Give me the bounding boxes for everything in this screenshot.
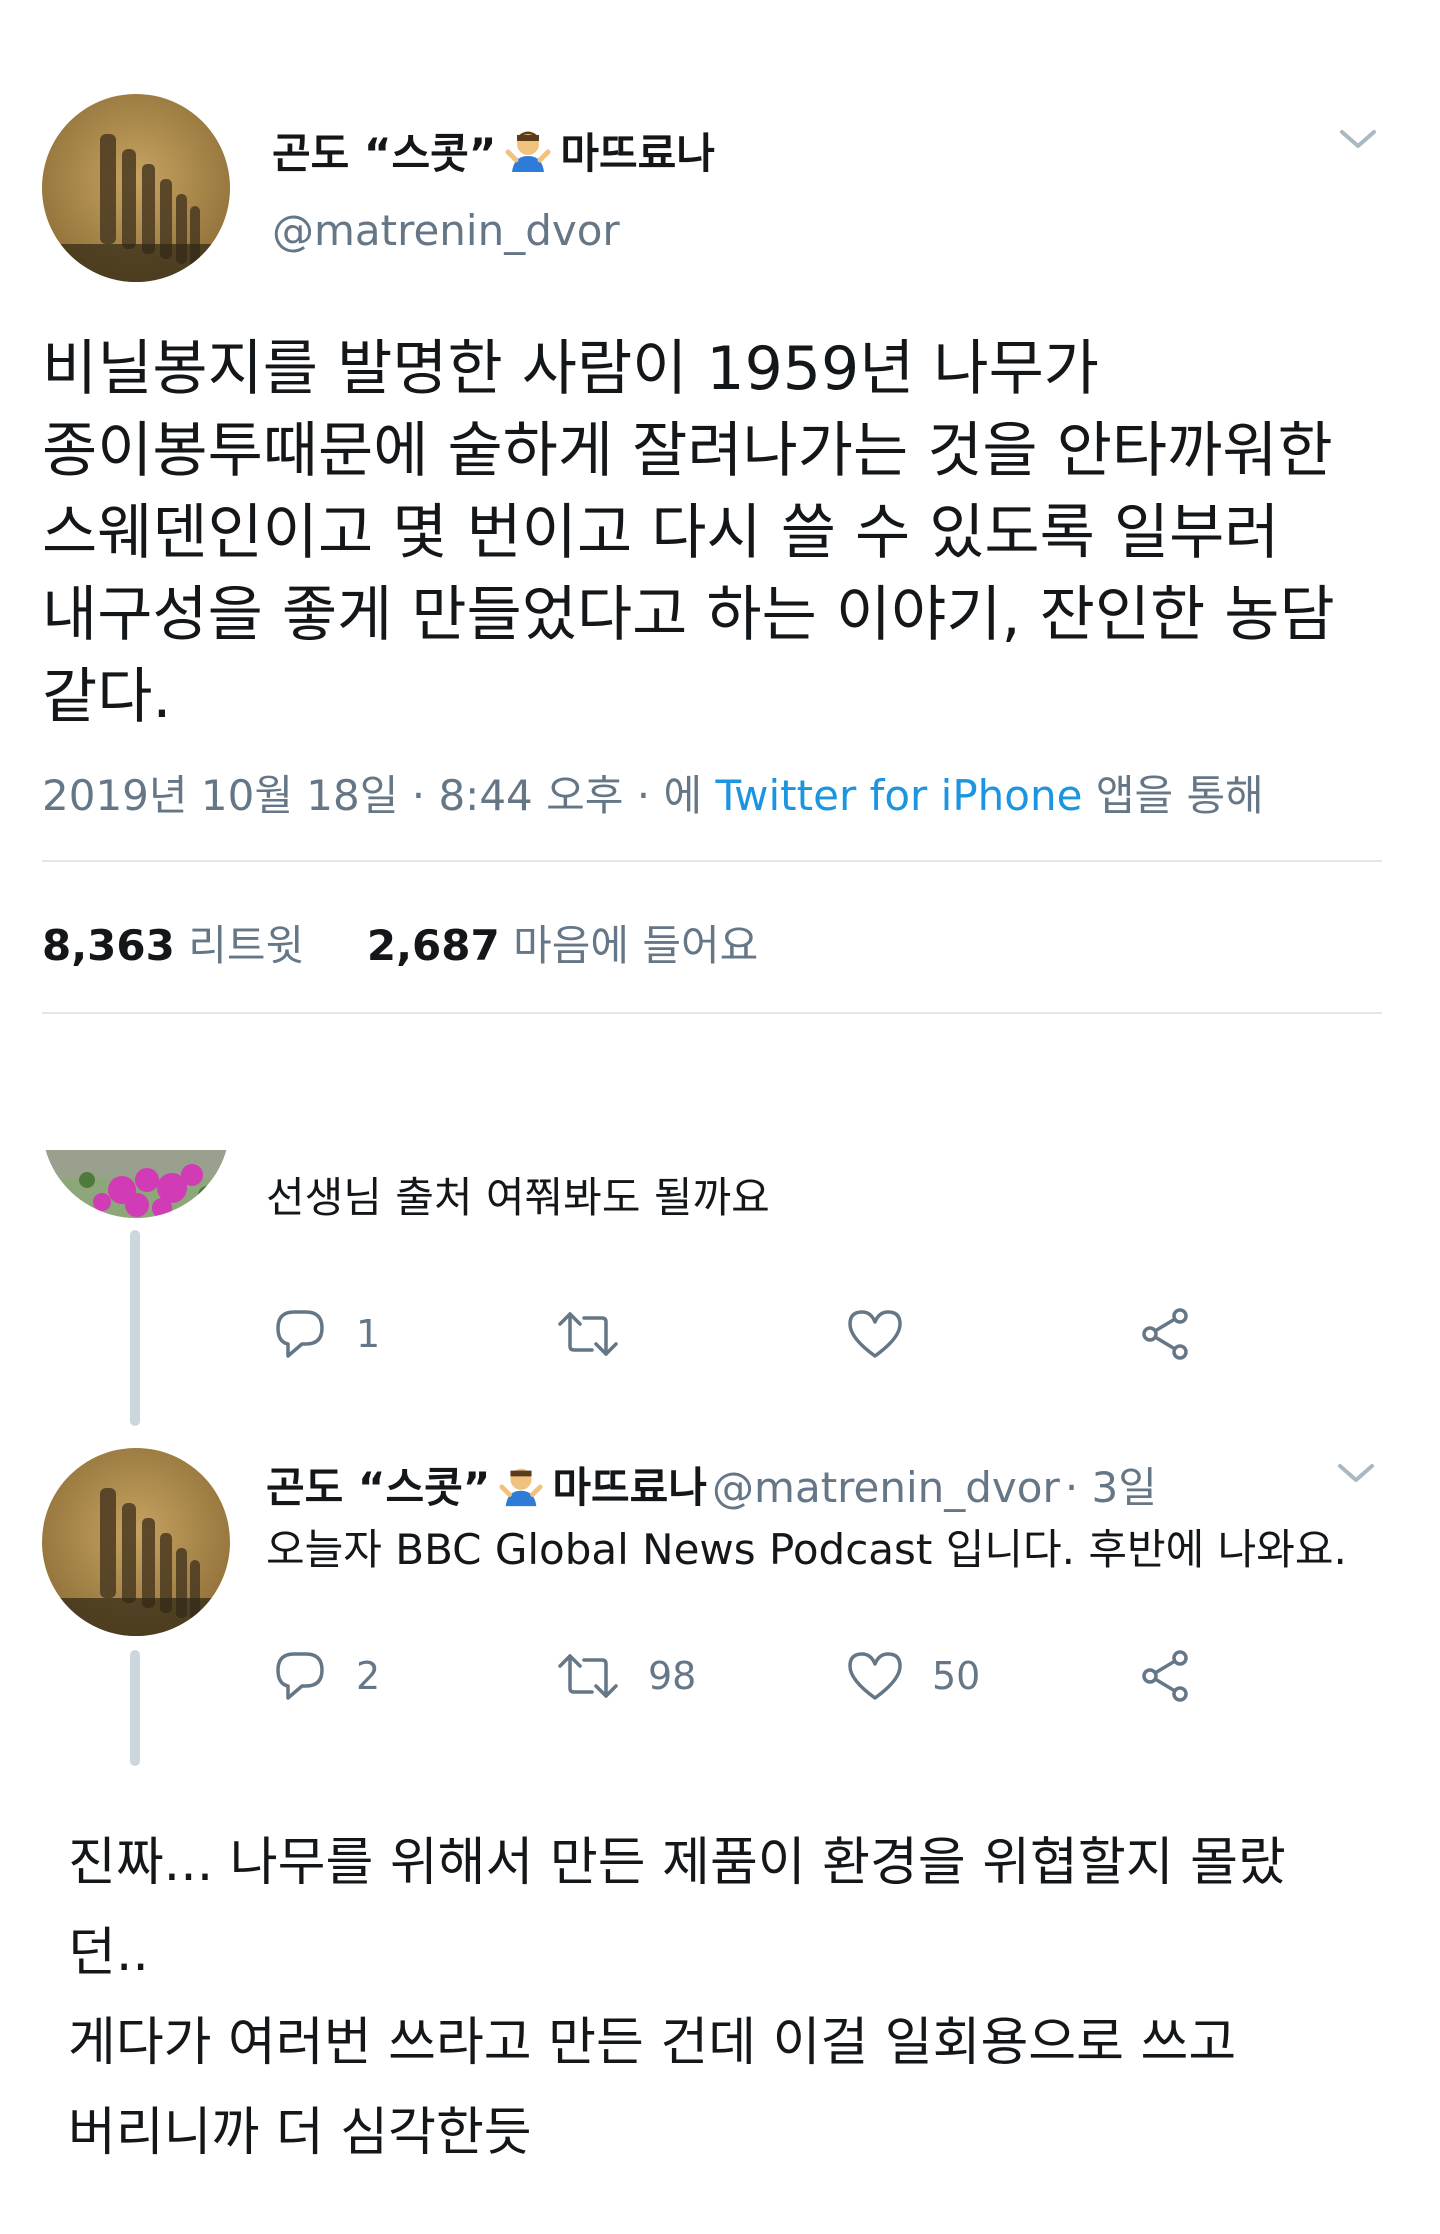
reply1-share-button[interactable] [1138, 1306, 1194, 1362]
reply1-retweet-button[interactable] [556, 1306, 620, 1362]
likes-stat[interactable]: 2,687 마음에 들어요 [367, 921, 758, 970]
share-icon [1142, 1308, 1188, 1360]
tweet-text: 비닐봉지를 발명한 사람이 1959년 나무가 종이봉투때문에 숱하게 잘려나가… [42, 334, 1335, 732]
reply1-reply-count: 1 [356, 1312, 381, 1356]
like-icon [848, 1652, 902, 1700]
reply2-author-handle[interactable]: @matrenin_dvor [712, 1463, 1060, 1512]
reply2-reply-button[interactable]: 2 [272, 1648, 380, 1704]
reply2-share-button[interactable] [1138, 1648, 1194, 1704]
tweet-source-link[interactable]: Twitter for iPhone [715, 771, 1082, 820]
retweets-stat[interactable]: 8,363 리트윗 [42, 921, 304, 970]
reply1-avatar-image [42, 1150, 230, 1218]
avatar-image [42, 94, 230, 282]
retweet-icon [558, 1312, 618, 1356]
reply2-avatar[interactable] [42, 1448, 230, 1636]
share-icon [1142, 1650, 1188, 1702]
author-name-prefix: 곤도 “스콧” [272, 129, 497, 178]
reply1-avatar[interactable] [42, 1150, 230, 1218]
likes-count: 2,687 [366, 921, 500, 970]
reply-icon [276, 1652, 324, 1700]
shrug-emoji [498, 1462, 544, 1518]
reply2-like-button[interactable]: 50 [846, 1648, 980, 1704]
reply2-retweet-count: 98 [648, 1654, 697, 1698]
reply2-author-name-prefix: 곤도 “스콧” [266, 1463, 491, 1512]
reply2-author-name-suffix: 마뜨료나 [552, 1463, 707, 1512]
retweet-icon [558, 1654, 618, 1698]
author-handle[interactable]: @matrenin_dvor [272, 206, 620, 255]
author-name[interactable]: 곤도 “스콧” 마뜨료나 [272, 120, 715, 184]
reply2-header: 곤도 “스콧” 마뜨료나 @matrenin_dvor · 3일 [266, 1454, 1157, 1518]
likes-label: 마음에 들어요 [513, 921, 759, 970]
retweets-label: 리트윗 [188, 921, 305, 970]
reply1-like-button[interactable] [846, 1306, 904, 1362]
reply2-age[interactable]: · 3일 [1065, 1463, 1157, 1512]
author-avatar[interactable] [42, 94, 230, 282]
reply2-avatar-image [42, 1448, 230, 1636]
chevron-down-icon[interactable] [1338, 128, 1378, 156]
reply2-retweet-button[interactable]: 98 [556, 1648, 696, 1704]
chevron-down-icon[interactable] [1336, 1462, 1376, 1490]
thread-line-1 [130, 1230, 140, 1426]
like-icon [848, 1310, 902, 1358]
reply1-text: 선생님 출처 여쭤봐도 될까요 [266, 1173, 770, 1222]
tweet-timestamp[interactable]: 2019년 10월 18일 · 8:44 오후 · 에 [42, 771, 702, 820]
reply1-reply-button[interactable]: 1 [272, 1306, 380, 1362]
divider-bottom [42, 1012, 1382, 1014]
divider-top [42, 860, 1382, 862]
reply2-text: 오늘자 BBC Global News Podcast 입니다. 후반에 나와요… [266, 1525, 1347, 1574]
reply2-author-name[interactable]: 곤도 “스콧” 마뜨료나 [266, 1463, 707, 1512]
author-name-suffix: 마뜨료나 [560, 129, 715, 178]
user-comment: 진짜... 나무를 위해서 만든 제품이 환경을 위협할지 몰랐 던.. 게다가… [68, 1833, 1286, 2163]
tweet-meta: 2019년 10월 18일 · 8:44 오후 · 에 Twitter for … [42, 762, 1264, 823]
reply2-like-count: 50 [932, 1654, 981, 1698]
thread-line-2 [130, 1650, 140, 1766]
tweet-source-suffix: 앱을 통해 [1095, 771, 1264, 820]
tweet-stats: 8,363 리트윗 2,687 마음에 들어요 [42, 912, 758, 973]
reply2-reply-count: 2 [356, 1654, 381, 1698]
reply-icon [276, 1310, 324, 1358]
retweets-count: 8,363 [42, 921, 175, 970]
shrug-emoji [504, 126, 552, 184]
